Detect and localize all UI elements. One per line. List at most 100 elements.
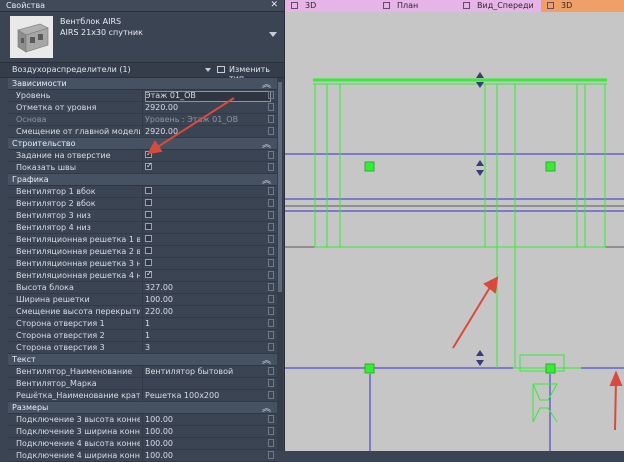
associate-parameter-button[interactable] bbox=[268, 211, 274, 219]
property-row[interactable]: Подключение 3 высота коннект... 100.00 bbox=[8, 414, 277, 426]
associate-parameter-button[interactable] bbox=[268, 439, 274, 447]
associate-parameter-button[interactable] bbox=[268, 187, 274, 195]
associate-parameter-button[interactable] bbox=[268, 391, 274, 399]
category-header[interactable]: Зависимости ︽ bbox=[8, 78, 277, 90]
chevron-down-icon[interactable] bbox=[269, 32, 277, 37]
close-icon[interactable]: ✕ bbox=[270, 0, 278, 10]
property-value-cell[interactable]: 100.00 bbox=[142, 426, 263, 437]
property-row[interactable]: Вентилятор 4 низ bbox=[8, 222, 277, 234]
associate-parameter-button[interactable] bbox=[268, 283, 274, 291]
property-checkbox[interactable] bbox=[145, 211, 152, 218]
property-value-cell[interactable] bbox=[142, 161, 263, 173]
associate-parameter-button[interactable] bbox=[268, 127, 274, 135]
property-value-cell[interactable] bbox=[142, 234, 263, 245]
property-value-cell[interactable]: 100.00 bbox=[142, 294, 263, 305]
associate-parameter-button[interactable] bbox=[268, 91, 274, 99]
drawing-canvas[interactable] bbox=[285, 12, 624, 451]
property-checkbox[interactable] bbox=[145, 161, 153, 170]
property-value-cell[interactable] bbox=[142, 258, 263, 269]
property-checkbox[interactable] bbox=[145, 223, 152, 230]
property-value-cell[interactable]: 100.00 bbox=[142, 414, 263, 425]
property-row[interactable]: Показать швы bbox=[8, 161, 277, 174]
property-value-cell[interactable] bbox=[142, 378, 263, 389]
associate-parameter-button[interactable] bbox=[268, 163, 274, 171]
property-row[interactable]: Вентилятор_Наименование Вентилятор бытово… bbox=[8, 366, 277, 378]
property-value-cell[interactable] bbox=[142, 186, 263, 197]
chevron-double-up-icon[interactable]: ︽ bbox=[262, 77, 271, 90]
view-tab[interactable]: 3D bbox=[541, 0, 624, 12]
associate-parameter-button[interactable] bbox=[268, 223, 274, 231]
viewport[interactable]: 3D План Вид_Спереди 3D bbox=[285, 0, 624, 451]
property-value-cell[interactable] bbox=[142, 222, 263, 233]
category-header[interactable]: Текст ︽ bbox=[8, 354, 277, 366]
property-checkbox[interactable] bbox=[145, 269, 153, 278]
property-value-cell[interactable]: 100.00 bbox=[142, 450, 263, 461]
property-value-cell[interactable]: 3 bbox=[142, 342, 263, 353]
scrollbar-thumb[interactable] bbox=[278, 82, 282, 292]
chevron-double-up-icon[interactable]: ︽ bbox=[262, 137, 271, 150]
associate-parameter-button[interactable] bbox=[268, 427, 274, 435]
associate-parameter-button[interactable] bbox=[268, 151, 274, 159]
property-value-cell[interactable] bbox=[142, 246, 263, 257]
property-row[interactable]: Подключение 3 ширина коннект... 100.00 bbox=[8, 426, 277, 438]
chevron-down-icon[interactable] bbox=[205, 68, 211, 72]
category-header[interactable]: Графика ︽ bbox=[8, 174, 277, 186]
associate-parameter-button[interactable] bbox=[268, 415, 274, 423]
property-row[interactable]: Ширина решетки 100.00 bbox=[8, 294, 277, 306]
property-value-cell[interactable]: 220.00 bbox=[142, 306, 263, 317]
property-value-cell[interactable]: 327.00 bbox=[142, 282, 263, 293]
associate-parameter-button[interactable] bbox=[268, 271, 274, 279]
property-row[interactable]: Вентилятор 2 вбок bbox=[8, 198, 277, 210]
property-value-cell[interactable]: 1 bbox=[142, 318, 263, 329]
property-row[interactable]: Высота блока 327.00 bbox=[8, 282, 277, 294]
view-tab[interactable]: Вид_Спереди bbox=[457, 0, 549, 12]
property-checkbox[interactable] bbox=[145, 235, 152, 242]
associate-parameter-button[interactable] bbox=[268, 247, 274, 255]
chevron-double-up-icon[interactable]: ︽ bbox=[262, 353, 271, 366]
property-value-cell[interactable] bbox=[142, 269, 263, 281]
property-row[interactable]: Вентиляционная решетка 4 низ bbox=[8, 269, 277, 282]
associate-parameter-button[interactable] bbox=[268, 259, 274, 267]
property-row[interactable]: Сторона отверстия 1 1 bbox=[8, 318, 277, 330]
associate-parameter-button[interactable] bbox=[268, 295, 274, 303]
category-header[interactable]: Размеры ︽ bbox=[8, 402, 277, 414]
associate-parameter-button[interactable] bbox=[268, 307, 274, 315]
property-value-cell[interactable]: Решетка 100х200 bbox=[142, 390, 263, 401]
property-row[interactable]: Сторона отверстия 2 1 bbox=[8, 330, 277, 342]
property-value-cell[interactable]: 100.00 bbox=[142, 438, 263, 449]
associate-parameter-button[interactable] bbox=[268, 451, 274, 459]
associate-parameter-button[interactable] bbox=[268, 235, 274, 243]
properties-scrollbar[interactable] bbox=[277, 78, 283, 451]
property-checkbox[interactable] bbox=[145, 247, 152, 254]
property-row[interactable]: Подключение 4 ширина коннект... 100.00 bbox=[8, 450, 277, 462]
property-row[interactable]: Решётка_Наименование краткое Решетка 100х… bbox=[8, 390, 277, 402]
property-row[interactable]: Вентиляционная решетка 2 вбок bbox=[8, 246, 277, 258]
associate-parameter-button[interactable] bbox=[268, 199, 274, 207]
property-row[interactable]: Вентиляционная решетка 3 низ bbox=[8, 258, 277, 270]
property-row[interactable]: Вентилятор 1 вбок bbox=[8, 186, 277, 198]
associate-parameter-button[interactable] bbox=[268, 115, 274, 123]
property-value-cell[interactable]: Вентилятор бытовой bbox=[142, 366, 263, 377]
property-row[interactable]: Подключение 4 высота коннект... 100.00 bbox=[8, 438, 277, 450]
associate-parameter-button[interactable] bbox=[268, 343, 274, 351]
property-row[interactable]: Сторона отверстия 3 3 bbox=[8, 342, 277, 354]
view-tab[interactable]: 3D bbox=[285, 0, 377, 12]
property-row[interactable]: Вентилятор 3 низ bbox=[8, 210, 277, 222]
type-selector[interactable]: Вентблок AIRS AIRS 21x30 спутник bbox=[0, 12, 284, 62]
view-tab[interactable]: План bbox=[377, 0, 463, 12]
chevron-double-up-icon[interactable]: ︽ bbox=[262, 173, 271, 186]
associate-parameter-button[interactable] bbox=[268, 319, 274, 327]
chevron-double-up-icon[interactable]: ︽ bbox=[262, 401, 271, 414]
property-row[interactable]: Смещение высота перекрытия 220.00 bbox=[8, 306, 277, 318]
associate-parameter-button[interactable] bbox=[268, 331, 274, 339]
property-value-cell[interactable] bbox=[142, 198, 263, 209]
associate-parameter-button[interactable] bbox=[268, 367, 274, 375]
property-checkbox[interactable] bbox=[145, 259, 152, 266]
property-row[interactable]: Вентиляционная решетка 1 вбок bbox=[8, 234, 277, 246]
associate-parameter-button[interactable] bbox=[268, 103, 274, 111]
property-value-cell[interactable] bbox=[142, 210, 263, 221]
property-value-cell[interactable]: 1 bbox=[142, 330, 263, 341]
associate-parameter-button[interactable] bbox=[268, 379, 274, 387]
property-checkbox[interactable] bbox=[145, 187, 152, 194]
property-checkbox[interactable] bbox=[145, 199, 152, 206]
